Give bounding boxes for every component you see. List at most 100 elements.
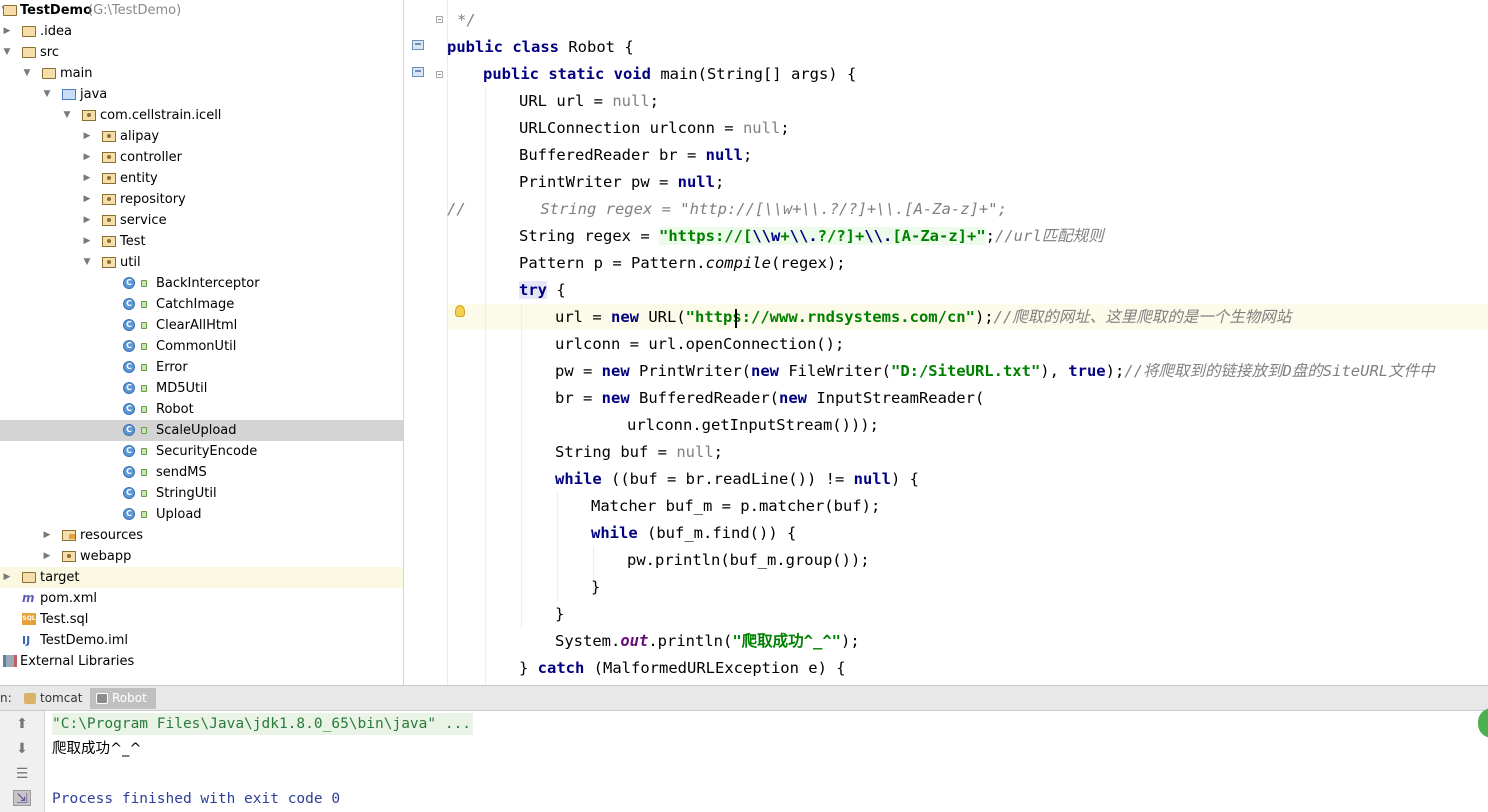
string-literal: "D:/SiteURL.txt" — [890, 362, 1041, 380]
tree-label: src — [40, 45, 59, 60]
keyword: new — [751, 362, 779, 380]
tree-item-package-root[interactable]: ▼ com.cellstrain.icell — [0, 105, 403, 126]
tree-item-util[interactable]: ▼ util — [0, 252, 403, 273]
code-comment: //爬取的网址、这里爬取的是一个生物网站 — [993, 308, 1292, 326]
tree-item-class[interactable]: C SecurityEncode — [0, 441, 403, 462]
tree-item-class[interactable]: C sendMS — [0, 462, 403, 483]
tree-item-iml[interactable]: IJ TestDemo.iml — [0, 630, 403, 651]
tree-item-controller[interactable]: ▶ controller — [0, 147, 403, 168]
keyword: catch — [537, 659, 585, 677]
tree-item-idea[interactable]: ▶ .idea — [0, 21, 403, 42]
class-icon: C — [123, 340, 135, 352]
lock-icon — [141, 343, 147, 350]
tree-item-test[interactable]: ▶ Test — [0, 231, 403, 252]
chevron-right-icon[interactable]: ▶ — [82, 147, 92, 168]
tree-item-java[interactable]: ▼ java — [0, 84, 403, 105]
code-line: PrintWriter pw = null; — [519, 169, 724, 196]
code-line: URL url = null; — [519, 88, 659, 115]
chevron-right-icon[interactable]: ▶ — [82, 210, 92, 231]
run-label: n: — [0, 691, 12, 705]
scroll-down-icon[interactable]: ⬇ — [13, 741, 31, 757]
chevron-right-icon[interactable]: ▶ — [82, 231, 92, 252]
tab-tomcat[interactable]: tomcat — [18, 688, 88, 709]
tree-item-class[interactable]: C BackInterceptor — [0, 273, 403, 294]
chevron-right-icon[interactable]: ▶ — [82, 168, 92, 189]
code-text: ; — [713, 443, 723, 461]
tree-item-class[interactable]: C MD5Util — [0, 378, 403, 399]
code-text: Robot { — [568, 38, 634, 56]
tree-item-sql[interactable]: SQL Test.sql — [0, 609, 403, 630]
tree-item-external-libraries[interactable]: External Libraries — [0, 651, 403, 672]
code-line: } catch (MalformedURLException e) { — [519, 655, 846, 682]
lightbulb-icon[interactable] — [455, 305, 465, 317]
code-text: ; — [780, 119, 790, 137]
chevron-down-icon[interactable]: ▼ — [42, 84, 52, 105]
tree-item-webapp[interactable]: ▶ webapp — [0, 546, 403, 567]
chevron-right-icon[interactable]: ▶ — [2, 567, 12, 588]
tree-item-entity[interactable]: ▶ entity — [0, 168, 403, 189]
tree-item-alipay[interactable]: ▶ alipay — [0, 126, 403, 147]
code-line: urlconn = url.openConnection(); — [555, 335, 845, 353]
code-text: ; — [985, 227, 995, 245]
tree-item-class[interactable]: C Robot — [0, 399, 403, 420]
chevron-down-icon[interactable]: ▼ — [2, 42, 12, 63]
run-class-icon[interactable] — [412, 40, 424, 50]
code-line: String regex = "https://[\\w+\\.?/?]+\\.… — [519, 223, 1104, 250]
code-text: URL( — [639, 308, 686, 326]
tree-label: ScaleUpload — [156, 423, 237, 438]
tree-item-main[interactable]: ▼ main — [0, 63, 403, 84]
chevron-right-icon[interactable]: ▶ — [42, 546, 52, 567]
chevron-down-icon[interactable]: ▼ — [62, 105, 72, 126]
tree-item-class[interactable]: C CatchImage — [0, 294, 403, 315]
package-icon — [102, 236, 116, 247]
run-tool-window: n: tomcat Robot ⬆ ⬇ ☰ ⇲ "C:\Program File… — [0, 685, 1488, 812]
tree-label: util — [120, 255, 141, 270]
keyword: new — [611, 308, 639, 326]
code-line-comment: // String regex = "http://[\\w+\\.?/?]+\… — [447, 200, 1007, 218]
tree-item-class[interactable]: C CommonUtil — [0, 336, 403, 357]
code-line: String buf = null; — [555, 439, 723, 466]
keyword: while — [555, 470, 602, 488]
run-tabs: n: tomcat Robot — [0, 686, 1488, 711]
chevron-right-icon[interactable]: ▶ — [82, 126, 92, 147]
tree-item-class[interactable]: C Error — [0, 357, 403, 378]
class-icon: C — [123, 298, 135, 310]
chevron-down-icon[interactable]: ▼ — [82, 252, 92, 273]
code-line: while (buf_m.find()) { — [591, 520, 796, 547]
code-text: ((buf = br.readLine()) != — [601, 470, 854, 488]
tree-item-class[interactable]: C StringUtil — [0, 483, 403, 504]
scroll-up-icon[interactable]: ⬆ — [13, 716, 31, 732]
tree-item-target[interactable]: ▶ target — [0, 567, 403, 588]
chevron-right-icon[interactable]: ▶ — [82, 189, 92, 210]
code-editor[interactable]: */ public class Robot { public static vo… — [404, 0, 1488, 685]
scroll-to-end-icon[interactable]: ⇲ — [13, 790, 31, 807]
tree-item-resources[interactable]: ▶ resources — [0, 525, 403, 546]
tree-item-repository[interactable]: ▶ repository — [0, 189, 403, 210]
fold-icon[interactable] — [436, 16, 443, 23]
fold-icon[interactable] — [436, 71, 443, 78]
chevron-right-icon[interactable]: ▶ — [42, 525, 52, 546]
tab-label: Robot — [112, 691, 147, 705]
code-text: ); — [974, 308, 994, 326]
tree-item-service[interactable]: ▶ service — [0, 210, 403, 231]
code-text: ); — [841, 632, 860, 650]
code-line: while ((buf = br.readLine()) != null) { — [555, 466, 919, 493]
code-line: Matcher buf_m = p.matcher(buf); — [591, 497, 881, 515]
package-icon — [102, 257, 116, 268]
chevron-right-icon[interactable]: ▶ — [2, 21, 12, 42]
tree-item-pom[interactable]: m pom.xml — [0, 588, 403, 609]
tree-root-testdemo[interactable]: ▼ TestDemo (G:\TestDemo) — [0, 0, 403, 21]
tab-robot[interactable]: Robot — [90, 688, 156, 709]
tree-label: controller — [120, 150, 183, 165]
run-method-icon[interactable] — [412, 67, 424, 77]
tree-item-class[interactable]: C Upload — [0, 504, 403, 525]
escape-sequence: \\. — [789, 227, 818, 245]
tree-item-src[interactable]: ▼ src — [0, 42, 403, 63]
tree-item-class[interactable]: C ClearAllHtml — [0, 315, 403, 336]
code-text: BufferedReader( — [629, 389, 779, 407]
soft-wrap-icon[interactable]: ☰ — [13, 766, 31, 782]
tree-item-class-selected[interactable]: C ScaleUpload — [0, 420, 403, 441]
status-indicator — [1478, 708, 1488, 738]
chevron-down-icon[interactable]: ▼ — [22, 63, 32, 84]
folder-icon — [42, 68, 56, 79]
